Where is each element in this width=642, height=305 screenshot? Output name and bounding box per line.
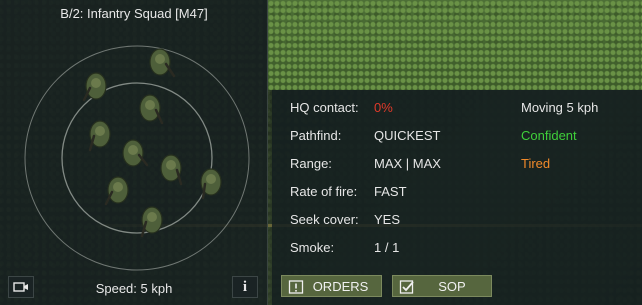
movement-status: Moving 5 kph [521,100,599,115]
hq-contact-label: HQ contact: [290,100,359,115]
range-value[interactable]: MAX | MAX [374,156,441,171]
pathfind-label: Pathfind: [290,128,342,143]
unit-speed: Speed: 5 kph [95,281,173,296]
soldier-icon[interactable] [122,139,149,167]
orders-button[interactable]: ORDERS [281,275,382,297]
hq-contact-value: 0% [374,100,393,115]
soldier-icon[interactable] [149,48,176,78]
smoke-label: Smoke: [290,240,335,255]
crop-field [268,0,642,90]
seek-cover-value[interactable]: YES [374,212,400,227]
info-button[interactable]: i [232,276,258,298]
sop-button[interactable]: SOP [392,275,492,297]
squad-formation[interactable] [0,0,268,275]
orders-label: ORDERS [312,278,369,294]
seek-cover-label: Seek cover: [290,212,359,227]
pathfind-value[interactable]: QUICKEST [374,128,440,143]
soldier-icon[interactable] [200,168,222,200]
soldier-icon[interactable] [160,154,183,186]
fatigue-status: Tired [521,156,551,171]
range-label: Range: [290,156,332,171]
info-icon: i [242,278,248,295]
rate-of-fire-label: Rate of fire: [290,184,358,199]
morale-status: Confident [521,128,577,143]
unit-stats-panel: HQ contact: 0% Pathfind: QUICKEST Range:… [272,90,642,305]
soldier-icon[interactable] [139,94,164,125]
smoke-value[interactable]: 1 / 1 [374,240,399,255]
unit-panel: B/2: Infantry Squad [M47] Speed: 5 kph i [0,0,268,305]
rate-of-fire-value[interactable]: FAST [374,184,407,199]
soldier-icon[interactable] [104,176,129,206]
soldier-icon[interactable] [82,72,107,102]
soldier-icon[interactable] [140,206,163,238]
soldier-icon[interactable] [88,120,111,152]
sop-label: SOP [438,278,466,294]
